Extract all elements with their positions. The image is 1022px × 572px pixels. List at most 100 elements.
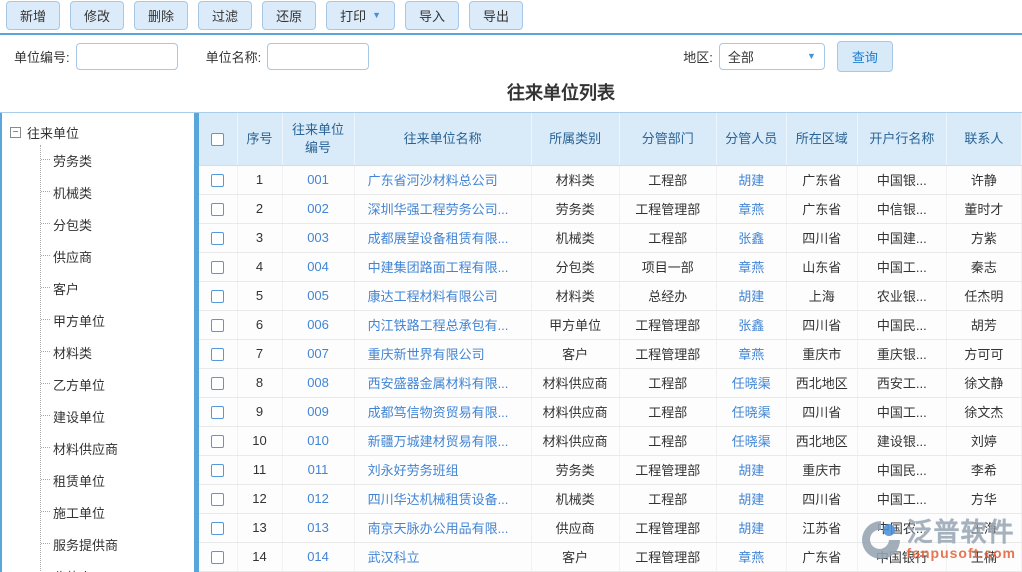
- toolbar-button[interactable]: 导出: [469, 1, 523, 30]
- cell-code-link[interactable]: 009: [282, 397, 354, 426]
- sidebar-item[interactable]: 分包类: [41, 209, 194, 241]
- row-checkbox-cell: [199, 165, 237, 194]
- cell-name-link[interactable]: 武汉科立: [354, 542, 531, 571]
- unit-name-input[interactable]: [267, 43, 369, 70]
- cell-manager-link[interactable]: 任晓渠: [716, 426, 786, 455]
- cell-manager-link[interactable]: 章燕: [716, 339, 786, 368]
- cell-code-link[interactable]: 005: [282, 281, 354, 310]
- cell-name-link[interactable]: 中建集团路面工程有限...: [354, 252, 531, 281]
- row-checkbox[interactable]: [211, 406, 224, 419]
- cell-name-link[interactable]: 南京天脉办公用品有限...: [354, 513, 531, 542]
- unit-code-input[interactable]: [76, 43, 178, 70]
- cell-dept: 工程管理部: [619, 542, 716, 571]
- cell-code-link[interactable]: 011: [282, 455, 354, 484]
- header-checkbox-cell: [199, 113, 237, 165]
- sidebar-item[interactable]: 劳务类: [41, 145, 194, 177]
- select-all-checkbox[interactable]: [211, 133, 224, 146]
- row-checkbox[interactable]: [211, 203, 224, 216]
- cell-code-link[interactable]: 002: [282, 194, 354, 223]
- row-checkbox[interactable]: [211, 319, 224, 332]
- cell-code-link[interactable]: 012: [282, 484, 354, 513]
- row-checkbox[interactable]: [211, 435, 224, 448]
- cell-code-link[interactable]: 008: [282, 368, 354, 397]
- cell-code-link[interactable]: 014: [282, 542, 354, 571]
- cell-name-link[interactable]: 广东省河沙材料总公司: [354, 165, 531, 194]
- cell-name-link[interactable]: 新疆万城建材贸易有限...: [354, 426, 531, 455]
- cell-name-link[interactable]: 刘永好劳务班组: [354, 455, 531, 484]
- cell-manager-link[interactable]: 章燕: [716, 194, 786, 223]
- cell-seq: 9: [237, 397, 282, 426]
- row-checkbox[interactable]: [211, 174, 224, 187]
- region-select[interactable]: 全部 ▼: [719, 43, 825, 70]
- print-button[interactable]: 打印 ▼: [326, 1, 395, 30]
- sidebar-item[interactable]: 服务提供商: [41, 529, 194, 561]
- cell-code-link[interactable]: 010: [282, 426, 354, 455]
- sidebar-item[interactable]: 甲方单位: [41, 305, 194, 337]
- row-checkbox[interactable]: [211, 232, 224, 245]
- toolbar-button[interactable]: 新增: [6, 1, 60, 30]
- sidebar-item[interactable]: 供应商: [41, 241, 194, 273]
- cell-code-link[interactable]: 006: [282, 310, 354, 339]
- row-checkbox[interactable]: [211, 261, 224, 274]
- cell-name-link[interactable]: 四川华达机械租赁设备...: [354, 484, 531, 513]
- unit-code-label: 单位编号:: [14, 47, 70, 66]
- cell-manager-link[interactable]: 张鑫: [716, 310, 786, 339]
- cell-manager-link[interactable]: 胡建: [716, 281, 786, 310]
- sidebar-item[interactable]: 材料类: [41, 337, 194, 369]
- cell-code-link[interactable]: 003: [282, 223, 354, 252]
- cell-name-link[interactable]: 成都笃信物资贸易有限...: [354, 397, 531, 426]
- sidebar-item[interactable]: 施工单位: [41, 497, 194, 529]
- cell-manager-link[interactable]: 任晓渠: [716, 397, 786, 426]
- cell-name-link[interactable]: 重庆新世界有限公司: [354, 339, 531, 368]
- cell-name-link[interactable]: 成都展望设备租赁有限...: [354, 223, 531, 252]
- row-checkbox[interactable]: [211, 290, 224, 303]
- query-button[interactable]: 查询: [837, 41, 893, 72]
- row-checkbox[interactable]: [211, 464, 224, 477]
- cell-name-link[interactable]: 深圳华强工程劳务公司...: [354, 194, 531, 223]
- sidebar-item[interactable]: 机械类: [41, 177, 194, 209]
- cell-name-link[interactable]: 内江铁路工程总承包有...: [354, 310, 531, 339]
- toolbar-button[interactable]: 过滤: [198, 1, 252, 30]
- cell-code-link[interactable]: 001: [282, 165, 354, 194]
- cell-manager-link[interactable]: 张鑫: [716, 223, 786, 252]
- row-checkbox-cell: [199, 426, 237, 455]
- sidebar-root-node[interactable]: − 往来单位: [2, 117, 194, 145]
- cell-manager-link[interactable]: 章燕: [716, 542, 786, 571]
- cell-dept: 项目一部: [619, 252, 716, 281]
- cell-code-link[interactable]: 013: [282, 513, 354, 542]
- table-row: 14 014 武汉科立 客户 工程管理部 章燕 广东省 中国银行 王楠: [199, 542, 1022, 571]
- toolbar-button[interactable]: 导入: [405, 1, 459, 30]
- row-checkbox[interactable]: [211, 551, 224, 564]
- toolbar-button[interactable]: 还原: [262, 1, 316, 30]
- row-checkbox[interactable]: [211, 522, 224, 535]
- sidebar-item[interactable]: 材料供应商: [41, 433, 194, 465]
- row-checkbox-cell: [199, 252, 237, 281]
- sidebar-item[interactable]: 建设单位: [41, 401, 194, 433]
- cell-region: 广东省: [786, 542, 857, 571]
- cell-code-link[interactable]: 004: [282, 252, 354, 281]
- cell-manager-link[interactable]: 胡建: [716, 484, 786, 513]
- row-checkbox[interactable]: [211, 377, 224, 390]
- cell-name-link[interactable]: 康达工程材料有限公司: [354, 281, 531, 310]
- cell-manager-link[interactable]: 胡建: [716, 513, 786, 542]
- collapse-icon[interactable]: −: [10, 127, 21, 138]
- row-checkbox[interactable]: [211, 348, 224, 361]
- cell-region: 西北地区: [786, 368, 857, 397]
- row-checkbox-cell: [199, 194, 237, 223]
- sidebar-item[interactable]: 乙方单位: [41, 369, 194, 401]
- row-checkbox[interactable]: [211, 493, 224, 506]
- cell-name-link[interactable]: 西安盛器金属材料有限...: [354, 368, 531, 397]
- cell-code-link[interactable]: 007: [282, 339, 354, 368]
- cell-seq: 4: [237, 252, 282, 281]
- cell-manager-link[interactable]: 章燕: [716, 252, 786, 281]
- cell-manager-link[interactable]: 任晓渠: [716, 368, 786, 397]
- toolbar-button[interactable]: 修改: [70, 1, 124, 30]
- col-code: 往来单位编号: [282, 113, 354, 165]
- toolbar-button[interactable]: 删除: [134, 1, 188, 30]
- sidebar-item[interactable]: 租赁单位: [41, 465, 194, 497]
- sidebar-item[interactable]: 客户: [41, 273, 194, 305]
- cell-seq: 7: [237, 339, 282, 368]
- sidebar-item[interactable]: 收款人: [41, 561, 194, 572]
- cell-manager-link[interactable]: 胡建: [716, 455, 786, 484]
- cell-manager-link[interactable]: 胡建: [716, 165, 786, 194]
